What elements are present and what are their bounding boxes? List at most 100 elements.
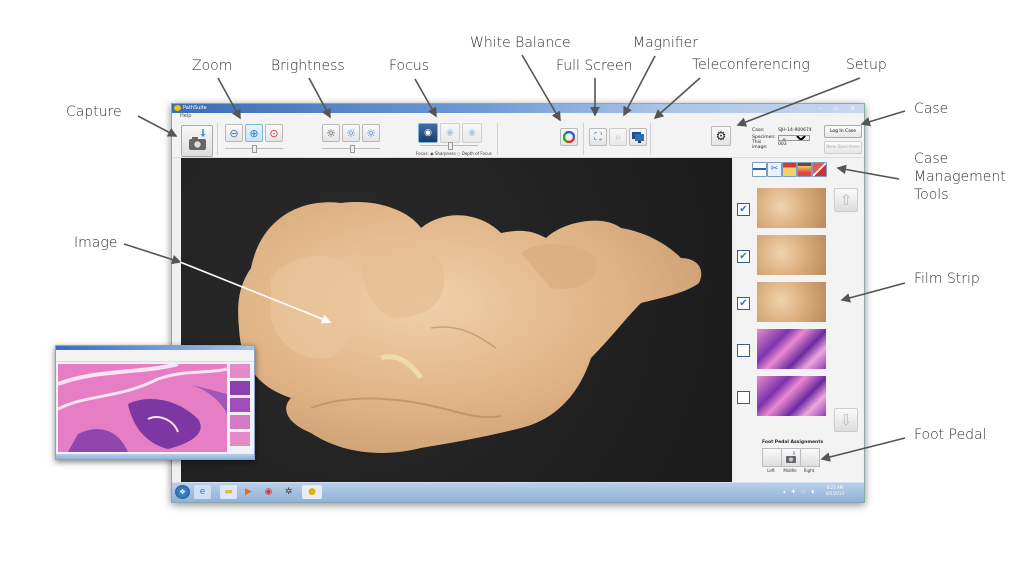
film-strip-checkbox[interactable]: ✔ [737,250,750,263]
focus-option-depth: Depth of Focus [461,151,492,156]
white-balance-button[interactable] [560,128,578,146]
film-strip-checkbox[interactable]: ✔ [737,297,750,310]
inset-histology-image [58,364,227,452]
brightness-up-button[interactable]: ☼ [342,124,360,142]
film-strip-down-button[interactable]: ⇩ [834,408,858,432]
focus-button-1[interactable]: ◉ [418,123,438,143]
callout-brightness: Brightness [271,58,345,74]
callout-magnifier: Magnifier [633,35,699,51]
film-strip-checkbox[interactable] [737,344,750,357]
taskbar-media[interactable]: ▶ [240,485,257,499]
taskbar-chrome[interactable]: ◉ [260,485,277,499]
focus-mode-options: Focus: ◉ Sharpness ○ Depth of Focus [416,151,492,156]
brightness-down-button[interactable]: ☼ [322,124,340,142]
image-viewer[interactable] [181,158,732,482]
log-in-case-button[interactable]: Log In Case [824,125,862,138]
full-screen-button[interactable]: ⛶ [589,128,607,146]
menu-bar: Help [172,113,864,120]
brightness-slider-thumb[interactable] [350,145,355,153]
zoom-slider-thumb[interactable] [252,145,257,153]
focus-button-3[interactable]: ◉ [462,123,482,143]
film-strip-thumbnail[interactable] [757,376,826,416]
clipboard-button[interactable] [797,162,812,177]
gears-icon: ⚙ [715,129,727,143]
callout-zoom: Zoom [192,58,233,74]
focus-icon: ◉ [446,128,454,138]
film-strip-checkbox[interactable]: ✔ [737,203,750,216]
camera-icon [786,451,796,463]
brightness-down-icon: ☼ [326,126,336,140]
arrow-down-icon: ⇩ [839,411,853,429]
move-image-button[interactable] [782,162,797,177]
ie-icon: e [199,487,206,497]
specimen-select[interactable]: B [778,134,810,141]
new-specimen-button[interactable]: New Specimen [824,141,862,154]
setup-button[interactable]: ⚙ [711,126,731,146]
window-controls[interactable]: – ▫ ✕ [819,104,860,113]
zoom-in-icon: ⊕ [249,126,259,140]
zoom-reset-button[interactable]: ⊙ [265,124,283,142]
taskbar-app[interactable]: ✲ [280,485,297,499]
toolbar: ⊖ ⊕ ⊙ ☼ ☼ ☼ ◉ ◉ ◉ Focus: ◉ Sharpness ○ D… [172,120,864,158]
foot-pedal-middle-button[interactable] [781,448,801,467]
capture-button[interactable] [181,125,213,157]
chrome-icon: ◉ [264,487,273,497]
arrow-case [860,110,906,127]
focus-radio-depth[interactable]: ○ Depth of Focus [457,151,492,156]
windows-logo-icon: ❖ [179,488,186,496]
focus-radio-sharpness[interactable]: ◉ Sharpness [430,151,456,156]
foot-pedal-left-label: Left [767,468,775,473]
callout-film-strip: Film Strip [914,271,980,287]
start-button[interactable]: ❖ [175,485,190,499]
zoom-in-button[interactable]: ⊕ [245,124,263,142]
focus-button-2[interactable]: ◉ [440,123,460,143]
taskbar-ie[interactable]: e [194,485,211,499]
toolbar-separator [650,123,651,155]
toolbar-separator [583,123,584,155]
full-screen-icon: ⛶ [594,131,602,143]
menu-help[interactable]: Help [180,113,191,119]
foot-pedal-left-button[interactable] [762,448,782,467]
brightness-auto-icon: ☼ [366,126,376,140]
inset-taskbar [56,454,254,459]
zoom-out-button[interactable]: ⊖ [225,124,243,142]
case-label: Case: [752,128,765,133]
case-number: SJH-14-900674 [778,128,812,133]
foot-pedal-title: Foot Pedal Assignments [762,440,824,445]
cut-image-button[interactable]: ✂ [767,162,782,177]
image-label: This image: [752,139,768,150]
split-case-button[interactable] [752,162,767,177]
magnifier-button[interactable]: ⌕ [609,128,627,146]
brightness-auto-button[interactable]: ☼ [362,124,380,142]
film-strip-thumbnail[interactable] [757,282,826,322]
focus-icon: ◉ [424,128,432,138]
callout-case: Case [914,101,949,117]
film-strip-thumbnail[interactable] [757,235,826,275]
zoom-slider[interactable] [225,145,283,153]
inset-film-strip [230,364,250,446]
film-strip-checkbox[interactable] [737,391,750,404]
film-strip-up-button[interactable]: ⇧ [834,188,858,212]
callout-setup: Setup [846,57,887,73]
brightness-slider[interactable] [322,145,380,153]
zoom-out-icon: ⊖ [229,126,239,140]
foot-pedal-right-button[interactable] [800,448,820,467]
taskbar-explorer[interactable]: ▬ [220,485,237,499]
system-tray[interactable]: ▴ ✚ ▭ ◖ [783,489,816,495]
window-title: PathSuite [183,105,207,111]
clock-date: 8/5/2013 [826,491,844,496]
film-strip-thumbnail[interactable] [757,329,826,369]
toolbar-separator [497,123,498,155]
teleconferencing-button[interactable] [629,128,647,146]
focus-slider[interactable] [420,142,478,150]
focus-slider-thumb[interactable] [448,142,453,150]
app-logo-icon [174,105,181,111]
clock[interactable]: 8:22 AM 8/5/2013 [826,485,844,497]
case-info-panel: Case: SJH-14-900674 Specimen: B This imag… [752,127,812,150]
film-strip-thumbnail[interactable] [757,188,826,228]
taskbar-pathsuite[interactable]: ● [302,485,322,499]
monitors-icon [632,132,644,143]
app-window: PathSuite – ▫ ✕ Help ⊖ ⊕ ⊙ ☼ ☼ ☼ ◉ ◉ ◉ F… [171,103,865,503]
sidebar: ✂ ⇧ ⇩ ✔ ✔ ✔ Foot Pedal Assignments Left Mi… [735,158,863,482]
delete-image-button[interactable] [812,162,827,177]
